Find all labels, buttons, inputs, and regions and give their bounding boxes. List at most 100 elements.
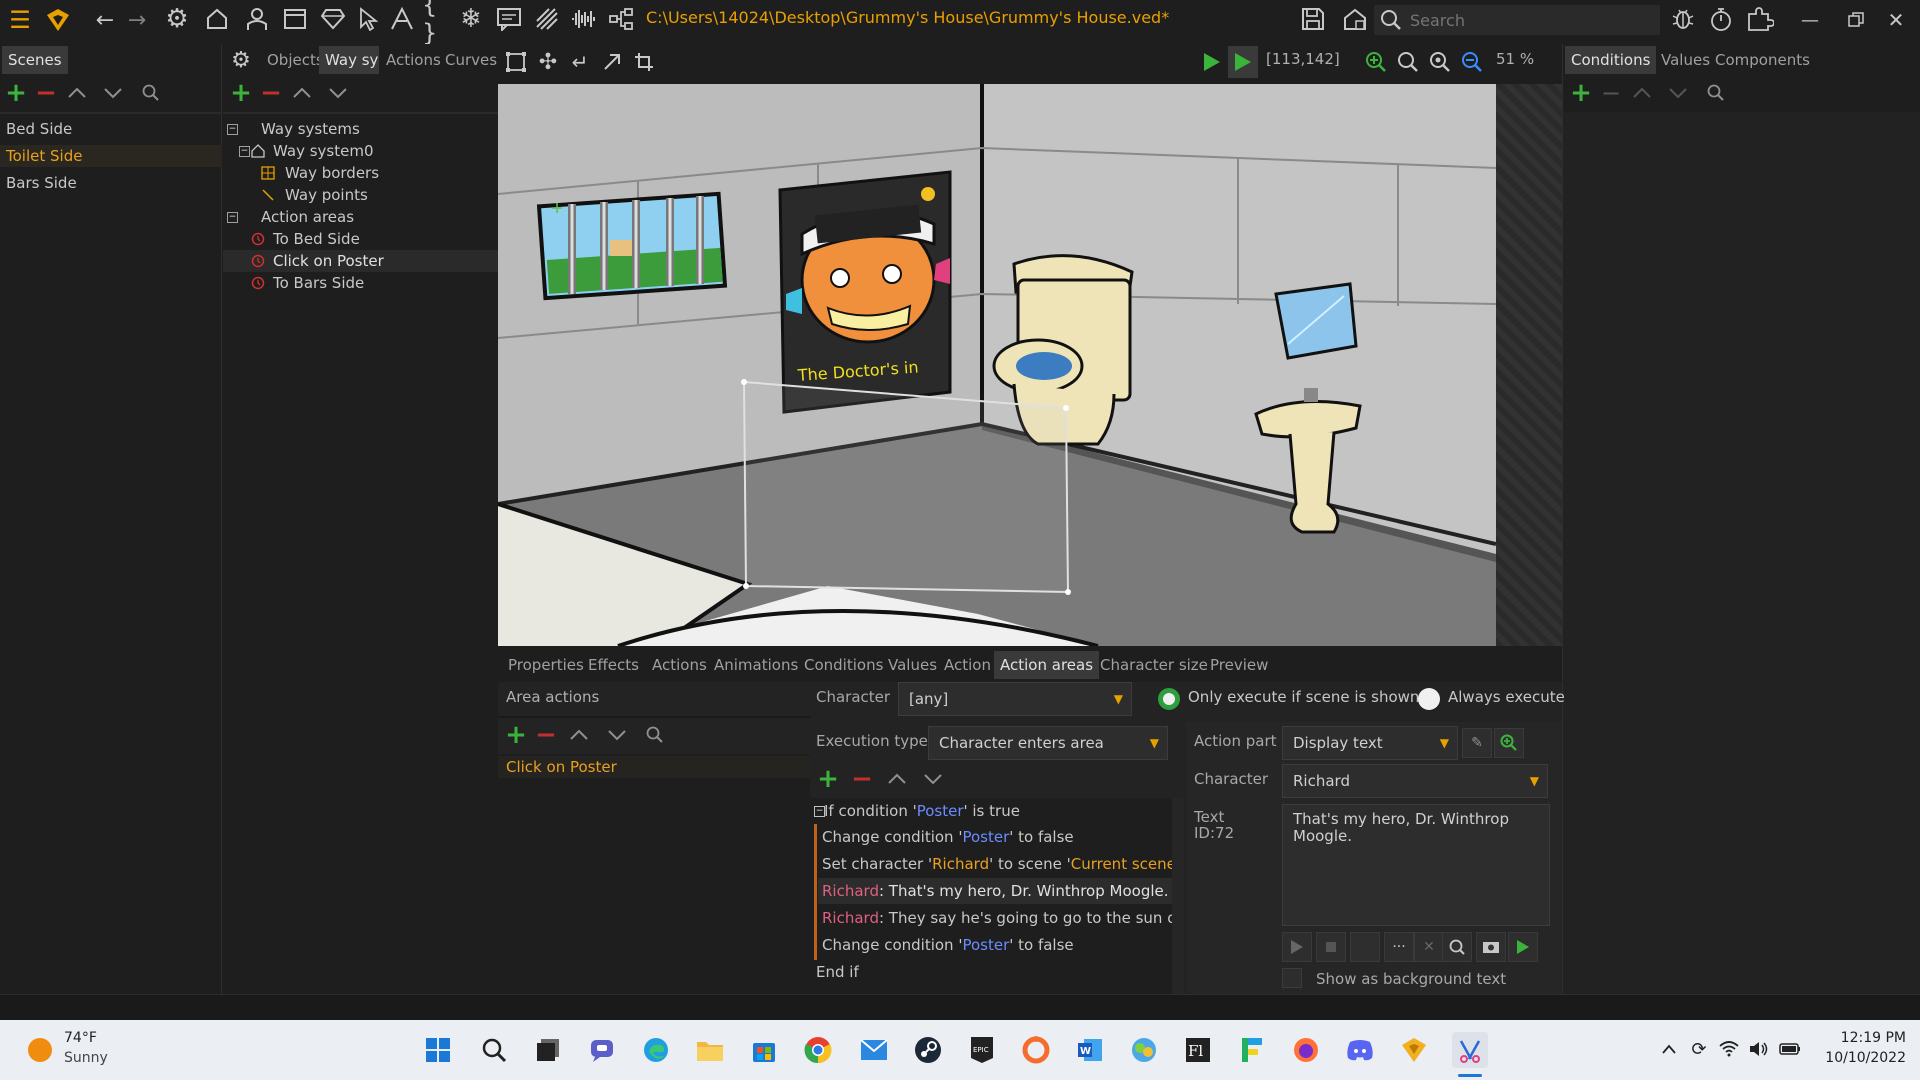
debug-bug-icon[interactable] — [1668, 4, 1698, 34]
clock-date[interactable]: 10/10/2022 — [1806, 1050, 1906, 1066]
tab-way-systems[interactable]: Way sys — [319, 46, 379, 74]
tab-conditions-bottom[interactable]: Conditions — [798, 651, 889, 679]
snipping-tool-icon[interactable] — [1452, 1032, 1488, 1068]
panel-settings-gear-icon[interactable]: ⚙ — [227, 46, 255, 74]
battery-icon[interactable] — [1778, 1038, 1802, 1060]
restore-window-icon[interactable] — [1842, 6, 1870, 34]
area-action-item[interactable]: Click on Poster — [498, 756, 810, 778]
fl-studio-icon[interactable]: Fl — [1182, 1034, 1214, 1066]
tab-actions[interactable]: Actions — [380, 46, 447, 74]
particles-snowflake-icon[interactable]: ❄ — [456, 4, 486, 34]
hamburger-menu-icon[interactable]: ☰ — [6, 6, 34, 34]
move-up-icon[interactable] — [64, 80, 90, 106]
edge-browser-icon[interactable] — [640, 1034, 672, 1066]
add-scene-icon[interactable]: + — [2, 78, 30, 108]
move-up-icon[interactable] — [884, 766, 910, 792]
minimize-icon[interactable]: — — [1796, 6, 1824, 34]
stop-voice-icon[interactable] — [1316, 932, 1346, 962]
sync-icon[interactable]: ⟳ — [1688, 1038, 1710, 1060]
remove-area-action-icon[interactable]: − — [532, 720, 560, 750]
zoom-fit-icon[interactable] — [1394, 48, 1422, 76]
edit-pencil-icon[interactable]: ✎ — [1462, 728, 1492, 758]
script-line-if[interactable]: If condition 'Poster' is true — [824, 800, 1020, 822]
tray-chevron-up-icon[interactable] — [1658, 1038, 1680, 1060]
clock-time[interactable]: 12:19 PM — [1816, 1030, 1906, 1046]
zoom-reset-icon[interactable] — [1426, 48, 1454, 76]
clear-voice-icon[interactable]: ✕ — [1414, 932, 1444, 962]
weather-condition[interactable]: Sunny — [64, 1050, 108, 1066]
file-explorer-icon[interactable] — [694, 1034, 726, 1066]
search-area-action-icon[interactable] — [642, 722, 668, 748]
tab-character-size[interactable]: Character size — [1094, 651, 1214, 679]
move-down-icon[interactable] — [100, 80, 126, 106]
search-box[interactable] — [1374, 5, 1660, 35]
script-line-end-if[interactable]: End if — [816, 961, 859, 983]
zoom-out-icon[interactable] — [1458, 48, 1486, 76]
search-voice-icon[interactable] — [1442, 932, 1472, 962]
search-scene-icon[interactable] — [138, 80, 164, 106]
mail-icon[interactable] — [858, 1034, 890, 1066]
tab-conditions[interactable]: Conditions — [1565, 46, 1657, 74]
search-input[interactable] — [1410, 8, 1650, 32]
scene-item-bars-side[interactable]: Bars Side — [0, 172, 222, 194]
tab-actions-bottom[interactable]: Actions — [646, 651, 713, 679]
remove-condition-icon[interactable]: − — [1597, 78, 1625, 108]
action-part-select[interactable]: Display text ▼ — [1282, 726, 1458, 760]
taskbar-search-icon[interactable] — [478, 1034, 510, 1066]
forward-arrow-icon[interactable]: → — [124, 6, 150, 34]
chrome-browser-icon[interactable] — [802, 1034, 834, 1066]
wifi-icon[interactable] — [1718, 1038, 1740, 1060]
script-line[interactable]: Change condition 'Poster' to false — [822, 826, 1074, 848]
script-scrollbar[interactable] — [1172, 798, 1184, 994]
browse-more-icon[interactable]: ··· — [1384, 932, 1414, 962]
voice-slot-icon[interactable] — [1350, 932, 1380, 962]
only-execute-radio[interactable] — [1158, 688, 1180, 710]
home-icon[interactable] — [202, 4, 232, 34]
script-braces-icon[interactable]: { } — [422, 0, 450, 47]
weather-temp[interactable]: 74°F — [64, 1030, 97, 1046]
execution-type-select[interactable]: Character enters area ▼ — [928, 726, 1168, 760]
task-view-icon[interactable] — [532, 1034, 564, 1066]
collapse-toggle-icon[interactable]: − — [227, 124, 238, 135]
audio-waveform-icon[interactable] — [568, 4, 600, 34]
epic-games-icon[interactable]: EPIC — [966, 1034, 998, 1066]
microsoft-store-icon[interactable] — [748, 1034, 780, 1066]
tab-components[interactable]: Components — [1709, 46, 1816, 74]
tab-properties[interactable]: Properties — [502, 651, 590, 679]
discord-icon[interactable] — [1344, 1034, 1376, 1066]
add-object-icon[interactable]: + — [227, 78, 255, 108]
teams-chat-icon[interactable] — [586, 1034, 618, 1066]
background-text-checkbox[interactable] — [1282, 968, 1302, 988]
tab-action[interactable]: Action — [938, 651, 997, 679]
zoom-in-icon[interactable] — [1494, 728, 1524, 758]
text-area[interactable]: That's my hero, Dr. Winthrop Moogle. — [1282, 804, 1550, 926]
action-area-polygon[interactable] — [498, 84, 1496, 646]
scene-item-bed-side[interactable]: Bed Side — [0, 118, 222, 140]
play-from-scene-icon[interactable] — [1228, 46, 1258, 78]
volume-icon[interactable] — [1748, 1038, 1770, 1060]
add-area-action-icon[interactable]: + — [502, 720, 530, 750]
move-down-icon[interactable] — [1665, 80, 1691, 106]
play-scene-icon[interactable] — [1198, 48, 1226, 76]
zoom-in-icon[interactable] — [1362, 48, 1390, 76]
direction-arrow-icon[interactable] — [598, 48, 626, 76]
aseprite-icon[interactable] — [1236, 1034, 1268, 1066]
script-line[interactable]: Richard: They say he's going to go to th… — [822, 907, 1172, 929]
script-line[interactable]: Set character 'Richard' to scene 'Curren… — [822, 853, 1172, 875]
back-arrow-icon[interactable]: ← — [92, 6, 118, 34]
close-window-icon[interactable]: ✕ — [1882, 6, 1910, 34]
move-up-icon[interactable] — [566, 722, 592, 748]
add-condition-icon[interactable]: + — [1567, 78, 1595, 108]
search-condition-icon[interactable] — [1703, 80, 1729, 106]
remove-object-icon[interactable]: − — [257, 78, 285, 108]
add-command-icon[interactable]: + — [814, 764, 842, 794]
move-down-icon[interactable] — [604, 722, 630, 748]
firefox-icon[interactable] — [1290, 1034, 1322, 1066]
tab-animations[interactable]: Animations — [708, 651, 804, 679]
character-icon[interactable] — [242, 4, 272, 34]
return-arrow-icon[interactable]: ↵ — [566, 48, 594, 76]
tree-area-to-bed-side[interactable]: To Bed Side — [273, 228, 360, 250]
save-icon[interactable] — [1298, 4, 1328, 34]
collapse-toggle-icon[interactable]: − — [227, 212, 238, 223]
transform-icon[interactable] — [502, 48, 530, 76]
